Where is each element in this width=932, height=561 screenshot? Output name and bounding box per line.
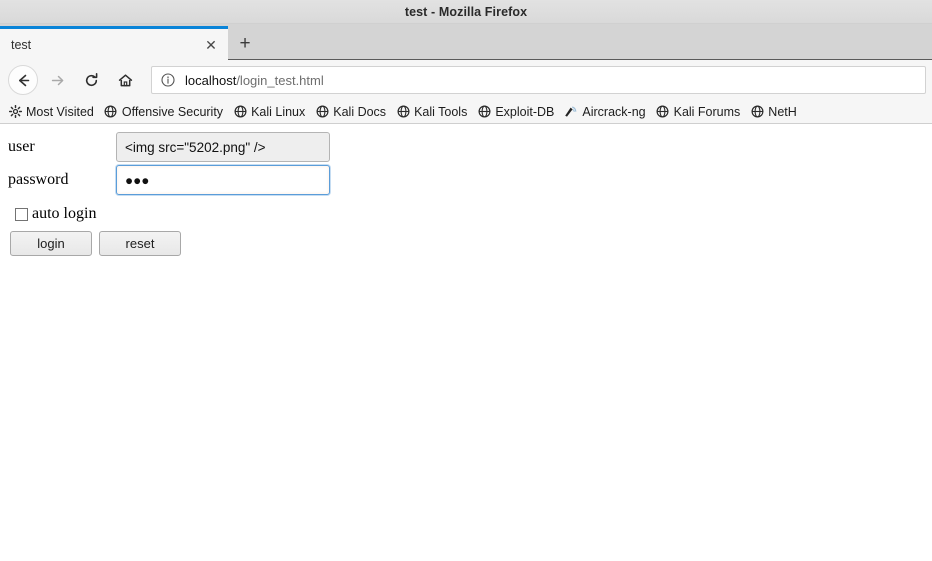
bookmarks-toolbar: Most Visited Offensive Security Kali Lin… xyxy=(0,100,932,124)
user-row: user xyxy=(8,132,924,162)
url-bar[interactable]: localhost/login_test.html xyxy=(151,66,926,94)
bookmark-kali-docs[interactable]: Kali Docs xyxy=(310,102,391,122)
window-title: test - Mozilla Firefox xyxy=(404,4,528,19)
bookmark-label: Offensive Security xyxy=(121,104,224,119)
window-titlebar: test - Mozilla Firefox xyxy=(0,0,932,24)
bookmark-exploit-db[interactable]: Exploit-DB xyxy=(472,102,559,122)
user-input[interactable] xyxy=(116,132,330,162)
antenna-icon xyxy=(564,105,578,119)
bookmark-kali-forums[interactable]: Kali Forums xyxy=(651,102,746,122)
password-row: password xyxy=(8,165,924,195)
bookmark-label: NetH xyxy=(768,104,797,119)
bookmark-nethunter[interactable]: NetH xyxy=(745,102,801,122)
password-label: password xyxy=(8,171,69,188)
bookmark-label: Exploit-DB xyxy=(495,104,555,119)
bookmark-kali-tools[interactable]: Kali Tools xyxy=(391,102,472,122)
globe-icon xyxy=(750,105,764,119)
home-icon xyxy=(117,72,134,89)
bookmark-aircrack-ng[interactable]: Aircrack-ng xyxy=(559,102,650,122)
bookmark-label: Kali Linux xyxy=(251,104,306,119)
home-button[interactable] xyxy=(110,65,140,95)
tab-test[interactable]: test ✕ xyxy=(0,26,228,60)
bookmark-kali-linux[interactable]: Kali Linux xyxy=(228,102,310,122)
close-icon[interactable]: ✕ xyxy=(202,36,220,54)
globe-icon xyxy=(315,105,329,119)
forward-button[interactable] xyxy=(42,65,72,95)
tab-strip: test ✕ + xyxy=(0,24,932,60)
password-input[interactable] xyxy=(116,165,330,195)
bookmark-offensive-security[interactable]: Offensive Security xyxy=(99,102,228,122)
globe-icon xyxy=(396,105,410,119)
back-button[interactable] xyxy=(8,65,38,95)
user-label: user xyxy=(8,138,35,155)
back-arrow-icon xyxy=(15,72,32,89)
login-button[interactable]: login xyxy=(10,231,92,256)
url-host: localhost xyxy=(185,72,237,88)
bookmark-label: Kali Tools xyxy=(414,104,468,119)
forward-arrow-icon xyxy=(49,72,66,89)
bookmark-label: Kali Docs xyxy=(333,104,387,119)
auto-login-label: auto login xyxy=(32,205,97,222)
url-text: localhost/login_test.html xyxy=(185,73,324,88)
plus-icon[interactable]: + xyxy=(228,28,262,58)
info-circle-icon[interactable] xyxy=(160,72,176,88)
tab-title: test xyxy=(11,37,32,52)
page-content: user password auto login login reset xyxy=(0,124,932,561)
bookmark-label: Aircrack-ng xyxy=(582,104,646,119)
reset-button[interactable]: reset xyxy=(99,231,181,256)
url-path: /login_test.html xyxy=(236,72,324,88)
globe-icon xyxy=(233,105,247,119)
gear-icon xyxy=(8,105,22,119)
auto-login-row: auto login xyxy=(8,205,924,223)
form-buttons: login reset xyxy=(8,231,924,256)
reload-icon xyxy=(83,72,100,89)
bookmark-most-visited[interactable]: Most Visited xyxy=(3,102,99,122)
globe-icon xyxy=(656,105,670,119)
navigation-toolbar: localhost/login_test.html xyxy=(0,60,932,100)
bookmark-label: Kali Forums xyxy=(673,104,741,119)
globe-icon xyxy=(104,105,118,119)
reload-button[interactable] xyxy=(76,65,106,95)
bookmark-label: Most Visited xyxy=(26,104,94,119)
auto-login-checkbox[interactable] xyxy=(15,207,28,221)
globe-icon xyxy=(477,105,491,119)
